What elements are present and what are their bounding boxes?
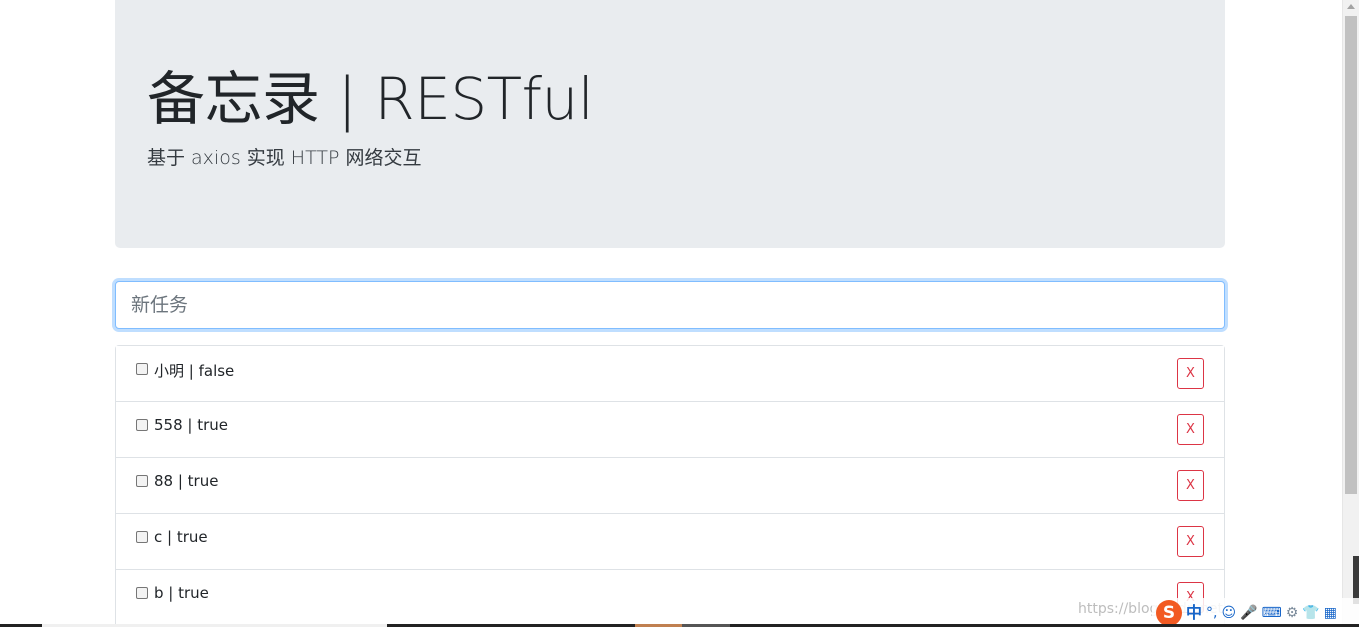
delete-task-button[interactable]: X (1177, 414, 1204, 445)
new-task-input[interactable] (115, 281, 1225, 329)
microphone-icon[interactable]: 🎤 (1240, 606, 1257, 620)
keyboard-icon[interactable]: ⌨ (1262, 606, 1282, 620)
delete-task-button[interactable]: X (1177, 358, 1204, 389)
ime-mode-toggle[interactable]: 中 (1186, 604, 1202, 621)
emoji-icon[interactable]: ☺ (1221, 606, 1236, 620)
list-item: 88 | true X (116, 458, 1224, 514)
skin-icon[interactable]: 👕 (1302, 606, 1319, 620)
task-checkbox[interactable] (136, 363, 148, 375)
ime-logo-icon[interactable]: S (1156, 599, 1182, 626)
scrollbar-marker (1353, 556, 1359, 604)
scroll-up-arrow-icon[interactable] (1347, 4, 1355, 9)
task-checkbox[interactable] (136, 587, 148, 599)
delete-task-button[interactable]: X (1177, 470, 1204, 501)
task-checkbox[interactable] (136, 475, 148, 487)
list-item: b | true X (116, 570, 1224, 626)
punctuation-icon[interactable]: °, (1206, 606, 1217, 620)
task-label: b | true (154, 584, 209, 602)
scrollbar-thumb[interactable] (1345, 16, 1357, 494)
page-title: 备忘录 | RESTful (147, 65, 594, 133)
settings-icon[interactable]: ⚙ (1286, 606, 1299, 620)
task-label: 小明 | false (154, 362, 235, 380)
list-item: 558 | true X (116, 402, 1224, 458)
task-label: c | true (154, 528, 208, 546)
ime-toolbar: S 中 °, ☺ 🎤 ⌨ ⚙ 👕 ▦ (1152, 598, 1359, 627)
page: 备忘录 | RESTful 基于 axios 实现 HTTP 网络交互 小明 |… (0, 0, 1359, 627)
task-label: 88 | true (154, 472, 219, 490)
task-checkbox[interactable] (136, 531, 148, 543)
task-list: 小明 | false X 558 | true X 88 | true X c … (115, 345, 1225, 626)
grid-icon[interactable]: ▦ (1324, 606, 1337, 620)
task-checkbox[interactable] (136, 419, 148, 431)
list-item: 小明 | false X (116, 346, 1224, 402)
task-label: 558 | true (154, 416, 229, 434)
header-jumbotron: 备忘录 | RESTful 基于 axios 实现 HTTP 网络交互 (115, 0, 1225, 248)
page-subtitle: 基于 axios 实现 HTTP 网络交互 (147, 147, 422, 169)
list-item: c | true X (116, 514, 1224, 570)
delete-task-button[interactable]: X (1177, 526, 1204, 557)
vertical-scrollbar[interactable] (1342, 0, 1359, 627)
